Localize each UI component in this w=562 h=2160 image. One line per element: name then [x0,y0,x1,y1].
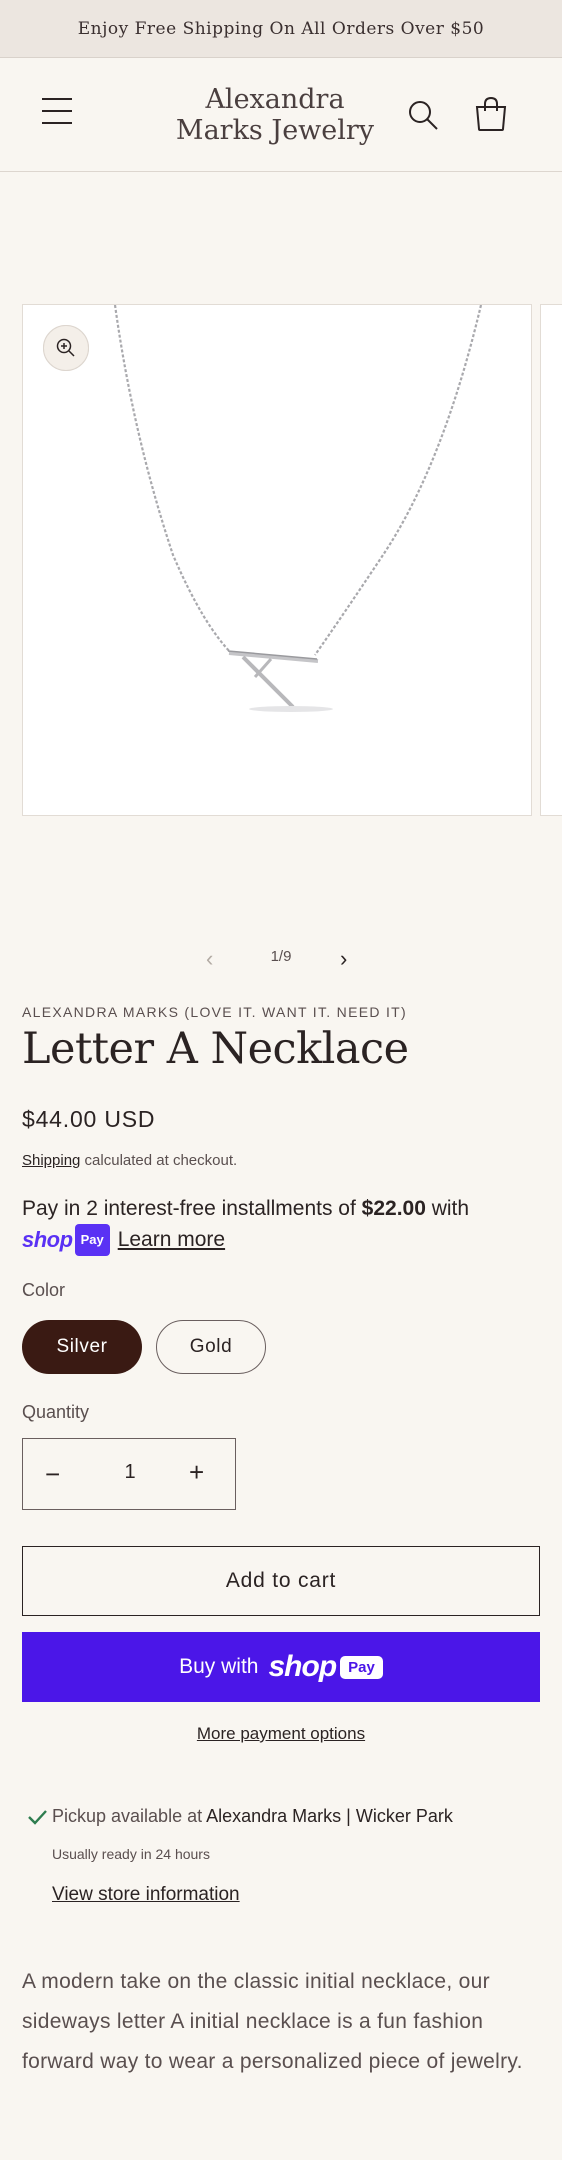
chevron-right-icon[interactable]: › [340,946,347,972]
minus-icon[interactable]: − [45,1459,60,1490]
installments-prefix: Pay in 2 interest-free installments of [22,1197,362,1220]
buy-with-label: Buy with [179,1655,259,1678]
pay-box: Pay [74,1224,110,1256]
pickup-prefix: Pickup available at [52,1806,207,1826]
necklace-image [113,305,483,712]
product-title: Letter A Necklace [22,1024,409,1074]
announcement-bar: Enjoy Free Shipping On All Orders Over $… [0,0,562,58]
quantity-input[interactable]: 1 [113,1461,147,1484]
slider-controls: ‹ 1/9 › [0,940,562,974]
buy-shop-word: shop [268,1650,338,1683]
product-description: A modern take on the classic initial nec… [22,1970,523,2073]
product-vendor: ALEXANDRA MARKS (LOVE IT. WANT IT. NEED … [22,1004,407,1020]
product-price: $44.00 USD [22,1106,156,1132]
shop-word: shop [22,1227,73,1252]
pickup-ready-note: Usually ready in 24 hours [52,1846,210,1862]
logo-line-1: Alexandra [205,84,345,115]
announcement-text: Enjoy Free Shipping On All Orders Over $… [77,18,485,39]
buy-pay-box: Pay [340,1655,383,1679]
color-option-silver[interactable]: Silver [22,1320,142,1374]
plus-icon[interactable]: + [189,1457,204,1488]
product-image-gallery[interactable] [22,304,532,816]
buy-with-shop-pay-button[interactable]: Buy with shop Pay [22,1632,540,1702]
view-store-information-link[interactable]: View store information [52,1884,240,1906]
quantity-label: Quantity [22,1402,90,1422]
more-payment-options-link[interactable]: More payment options [0,1724,562,1744]
pickup-availability: Pickup available at Alexandra Marks | Wi… [52,1806,453,1827]
shipping-link[interactable]: Shipping [22,1152,80,1169]
search-icon[interactable] [406,98,440,132]
color-label: Color [22,1280,66,1300]
installments-banner: Pay in 2 interest-free installments of $… [22,1194,542,1256]
logo-line-2: Marks Jewelry [175,115,375,146]
quantity-stepper: − 1 + [22,1438,236,1510]
installments-suffix: with [425,1197,470,1220]
bag-icon[interactable] [474,96,508,132]
check-icon [26,1806,48,1828]
shipping-note: Shipping calculated at checkout. [22,1152,237,1169]
pickup-store-name: Alexandra Marks | Wicker Park [206,1806,453,1826]
store-logo[interactable]: Alexandra Marks Jewelry [170,84,380,146]
color-option-gold[interactable]: Gold [156,1320,266,1374]
shop-pay-logo: shop Pay [22,1224,110,1256]
zoom-button[interactable] [43,325,89,371]
installments-amount: $22.00 [361,1197,426,1220]
chevron-left-icon[interactable]: ‹ [206,946,213,972]
add-to-cart-button[interactable]: Add to cart [22,1546,540,1616]
slide-counter: 1/9 [270,948,292,965]
site-header: Alexandra Marks Jewelry [0,58,562,172]
learn-more-link[interactable]: Learn more [118,1228,225,1251]
next-image-peek[interactable] [540,304,562,816]
more-payment-label: More payment options [196,1724,366,1743]
shipping-suffix: calculated at checkout. [80,1152,238,1169]
hamburger-icon[interactable] [42,98,76,128]
